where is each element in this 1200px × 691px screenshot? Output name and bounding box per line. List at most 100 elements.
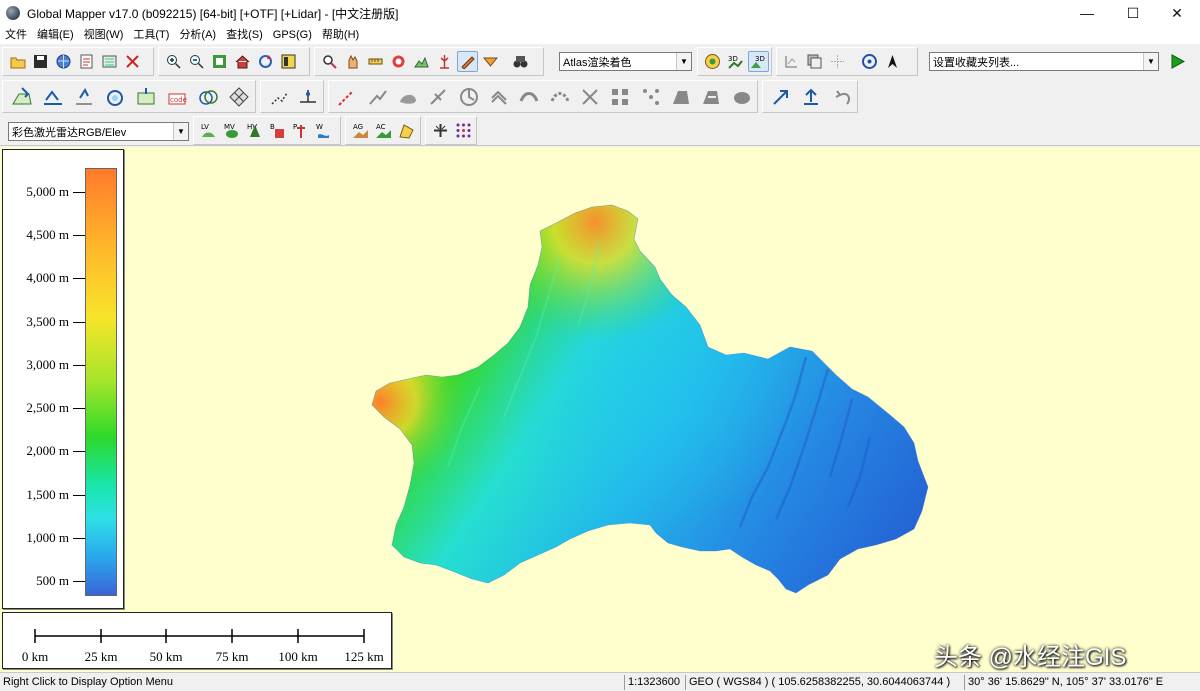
path-profile-icon[interactable] bbox=[411, 51, 432, 72]
navigation-toolbar-group bbox=[776, 47, 918, 76]
save-icon[interactable] bbox=[30, 51, 51, 72]
measure-icon[interactable] bbox=[365, 51, 386, 72]
crosshair-grid-icon[interactable] bbox=[827, 51, 848, 72]
auto-ground-icon[interactable]: AG bbox=[350, 120, 371, 141]
create-range-ring-icon[interactable] bbox=[100, 82, 129, 111]
legend-tick bbox=[73, 235, 85, 236]
shader-select[interactable]: Atlas渲染着色 ▼ bbox=[559, 52, 692, 71]
offset-feature-icon[interactable] bbox=[485, 82, 513, 111]
menu-view[interactable]: 视图(W) bbox=[79, 26, 129, 44]
catalog-icon[interactable] bbox=[76, 51, 97, 72]
feature-info-icon[interactable] bbox=[388, 51, 409, 72]
lidar-color-select-value: 彩色激光雷达RGB/Elev bbox=[12, 126, 127, 139]
3d-path-icon[interactable] bbox=[480, 51, 501, 72]
generalize-icon[interactable] bbox=[576, 82, 604, 111]
config-tools-icon[interactable] bbox=[122, 51, 143, 72]
refresh-icon[interactable] bbox=[255, 51, 276, 72]
snap-grid-icon[interactable] bbox=[606, 82, 634, 111]
zoom-in-icon[interactable] bbox=[163, 51, 184, 72]
overlay-control-icon[interactable] bbox=[99, 51, 120, 72]
insert-vertex-icon[interactable] bbox=[265, 82, 293, 111]
arrow-up-icon[interactable] bbox=[797, 82, 825, 111]
maximize-button[interactable]: ☐ bbox=[1110, 0, 1156, 26]
lidar-dots-grid-icon[interactable] bbox=[453, 120, 474, 141]
3d-view-icon[interactable]: 3D bbox=[725, 51, 746, 72]
create-line-icon[interactable] bbox=[38, 82, 67, 111]
create-buffer-icon[interactable] bbox=[193, 82, 222, 111]
create-point-icon[interactable] bbox=[69, 82, 98, 111]
create-code-icon[interactable]: code bbox=[162, 82, 191, 111]
move-feature-icon[interactable] bbox=[767, 82, 795, 111]
home-icon[interactable] bbox=[232, 51, 253, 72]
lidar-color-select[interactable]: 彩色激光雷达RGB/Elev ▼ bbox=[8, 122, 189, 141]
light-settings-icon[interactable] bbox=[702, 51, 723, 72]
create-area-icon[interactable] bbox=[7, 82, 36, 111]
status-hint: Right Click to Display Option Menu bbox=[3, 676, 173, 688]
menu-analysis[interactable]: 分析(A) bbox=[174, 26, 221, 44]
close-button[interactable]: ✕ bbox=[1154, 0, 1200, 26]
hv-filter-icon[interactable]: HV bbox=[244, 120, 265, 141]
3d-terrain-icon[interactable]: 3D bbox=[748, 51, 769, 72]
zoom-out-icon[interactable] bbox=[186, 51, 207, 72]
smooth-feature-icon[interactable] bbox=[515, 82, 543, 111]
legend-label-3500: 3,500 m bbox=[26, 314, 69, 329]
zoom-extent-icon[interactable] bbox=[209, 51, 230, 72]
globe-icon[interactable] bbox=[53, 51, 74, 72]
layer-stack-icon[interactable] bbox=[804, 51, 825, 72]
digitizer-icon[interactable] bbox=[457, 51, 478, 72]
full-view-icon[interactable] bbox=[278, 51, 299, 72]
graph-arrow-icon[interactable] bbox=[781, 51, 802, 72]
fill-area-icon[interactable] bbox=[667, 82, 695, 111]
connect-points-icon[interactable] bbox=[637, 82, 665, 111]
legend-tick bbox=[73, 581, 85, 582]
power-line-filter-icon[interactable]: P bbox=[290, 120, 311, 141]
menu-tools[interactable]: 工具(T) bbox=[128, 26, 174, 44]
vertex-tools-group bbox=[260, 80, 324, 113]
cut-area-icon[interactable] bbox=[394, 82, 422, 111]
scale-label-125: 125 km bbox=[344, 649, 384, 664]
north-arrow-icon[interactable] bbox=[882, 51, 903, 72]
rotate-feature-icon[interactable] bbox=[454, 82, 482, 111]
status-dms-coordinates: 30° 36' 15.8629" N, 105° 37' 33.0176" E bbox=[964, 675, 1200, 690]
edit-vertex-icon[interactable] bbox=[333, 82, 361, 111]
mv-filter-icon[interactable]: MV bbox=[221, 120, 242, 141]
merge-features-icon[interactable] bbox=[697, 82, 725, 111]
lidar-classify-group: AG AC bbox=[345, 116, 421, 145]
open-folder-icon[interactable] bbox=[7, 51, 28, 72]
binoculars-icon[interactable] bbox=[510, 51, 531, 72]
lv-filter-icon[interactable]: LV bbox=[198, 120, 219, 141]
move-vertex-icon[interactable] bbox=[295, 82, 323, 111]
menu-search[interactable]: 查找(S) bbox=[221, 26, 268, 44]
classify-area-icon[interactable] bbox=[396, 120, 417, 141]
auto-classify-icon[interactable]: AC bbox=[373, 120, 394, 141]
menu-help[interactable]: 帮助(H) bbox=[317, 26, 364, 44]
pan-hand-icon[interactable] bbox=[342, 51, 363, 72]
target-icon[interactable] bbox=[859, 51, 880, 72]
simplify-feature-icon[interactable] bbox=[546, 82, 574, 111]
menu-edit[interactable]: 编辑(E) bbox=[32, 26, 79, 44]
create-rectangle-icon[interactable] bbox=[131, 82, 160, 111]
legend-label-2000: 2,000 m bbox=[26, 443, 69, 458]
file-toolbar-group bbox=[2, 47, 154, 76]
point-cloud-icon[interactable] bbox=[430, 120, 451, 141]
combine-areas-icon[interactable] bbox=[424, 82, 452, 111]
building-filter-icon[interactable]: B bbox=[267, 120, 288, 141]
menu-file[interactable]: 文件 bbox=[0, 26, 32, 44]
menu-bar: 文件 编辑(E) 视图(W) 工具(T) 分析(A) 查找(S) GPS(G) … bbox=[0, 26, 1200, 44]
water-filter-icon[interactable]: W bbox=[313, 120, 334, 141]
undo-arrow-icon[interactable] bbox=[828, 82, 856, 111]
map-canvas[interactable]: 5,000 m 4,500 m 4,000 m 3,500 m 3,000 m … bbox=[0, 147, 1200, 672]
split-line-icon[interactable] bbox=[363, 82, 391, 111]
search-icon[interactable] bbox=[319, 51, 340, 72]
shader-select-value: Atlas渲染着色 bbox=[563, 56, 632, 69]
run-play-icon[interactable] bbox=[1167, 51, 1188, 72]
global-mapper-window: Global Mapper v17.0 (b092215) [64-bit] [… bbox=[0, 0, 1200, 691]
minimize-button[interactable]: — bbox=[1064, 0, 1110, 26]
favorites-select[interactable]: 设置收藏夹列表... ▼ bbox=[929, 52, 1159, 71]
create-grid-icon[interactable] bbox=[224, 82, 253, 111]
blob-area-icon[interactable] bbox=[728, 82, 756, 111]
legend-tick bbox=[73, 278, 85, 279]
svg-text:3D: 3D bbox=[755, 55, 765, 63]
menu-gps[interactable]: GPS(G) bbox=[268, 26, 317, 44]
view-shed-icon[interactable] bbox=[434, 51, 455, 72]
